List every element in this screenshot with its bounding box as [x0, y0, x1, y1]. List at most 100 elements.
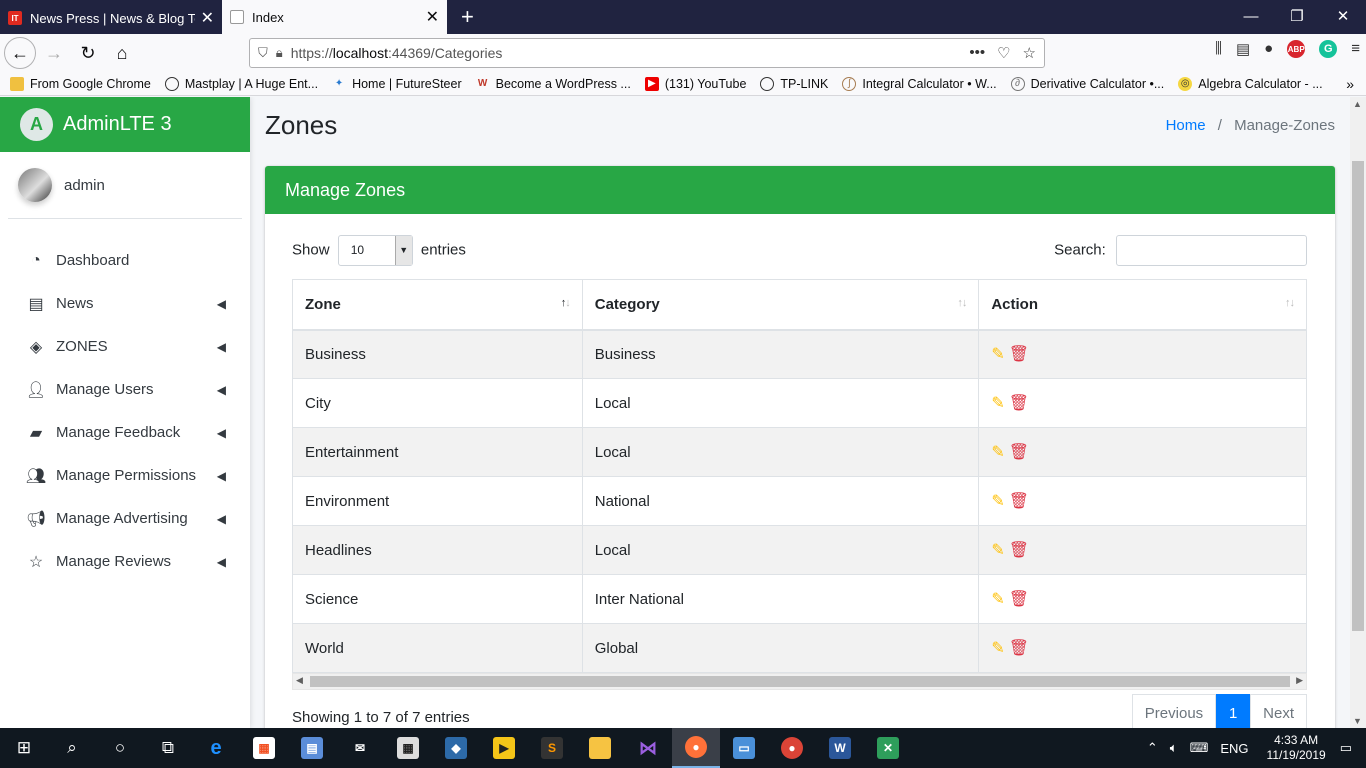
edit-icon[interactable]: ✎	[991, 589, 1004, 609]
clock[interactable]: 4:33 AM 11/19/2019	[1267, 733, 1326, 763]
chrome-icon[interactable]: ●	[768, 728, 816, 768]
sidebar-item-manage-feedback[interactable]: ▰ Manage Feedback ◀	[0, 411, 250, 454]
account-icon[interactable]: ●	[1264, 40, 1273, 58]
back-arrow-icon[interactable]: ←	[4, 37, 36, 69]
virtualbox-icon[interactable]: ◆	[432, 728, 480, 768]
next-page-button[interactable]: Next	[1250, 694, 1307, 728]
column-header-category[interactable]: Category ↑↓	[581, 279, 980, 331]
previous-page-button[interactable]: Previous	[1131, 694, 1217, 728]
calculator-icon[interactable]: ▦	[384, 728, 432, 768]
close-tab-icon[interactable]: ✕	[426, 7, 439, 27]
language-indicator[interactable]: ENG	[1220, 741, 1248, 756]
sidebar-item-manage-advertising[interactable]: 📢︎ Manage Advertising ◀	[0, 497, 250, 540]
volume-icon[interactable]: 🔈︎	[1170, 740, 1178, 756]
firefox-icon[interactable]: ●	[672, 728, 720, 768]
sidebar-item-zones[interactable]: ◈ ZONES ◀	[0, 325, 250, 368]
page-1-button[interactable]: 1	[1216, 694, 1251, 728]
sidebar-item-news[interactable]: ▤ News ◀	[0, 282, 250, 325]
bookmark-item[interactable]: ◎ Algebra Calculator - ...	[1178, 76, 1323, 91]
scroll-up-icon[interactable]: ▲	[1353, 99, 1362, 109]
grammarly-icon[interactable]: G	[1319, 40, 1338, 58]
trash-icon[interactable]: 🗑︎	[1009, 491, 1029, 511]
user-name[interactable]: admin	[64, 177, 105, 194]
word-icon[interactable]: W	[816, 728, 864, 768]
adblock-icon[interactable]: ABP	[1287, 40, 1306, 58]
control-panel-icon[interactable]: ▤	[288, 728, 336, 768]
bookmark-item[interactable]: TP-LINK	[760, 76, 828, 91]
bookmark-item[interactable]: ▶ (131) YouTube	[644, 76, 746, 91]
forward-arrow-icon[interactable]: →	[38, 37, 70, 69]
bookmark-folder[interactable]: From Google Chrome	[10, 76, 151, 91]
url-text[interactable]: https://localhost:44369/Categories	[291, 45, 970, 61]
browser-tab-newspress[interactable]: IT News Press | News & Blog Tem ✕	[0, 2, 222, 34]
trash-icon[interactable]: 🗑︎	[1009, 393, 1029, 413]
edit-icon[interactable]: ✎	[991, 393, 1004, 413]
close-tab-icon[interactable]: ✕	[201, 8, 214, 28]
remote-desktop-icon[interactable]: ▭	[720, 728, 768, 768]
sidebar-icon[interactable]: ▤	[1236, 40, 1250, 58]
address-bar[interactable]: ⛉ 🔒︎ https://localhost:44369/Categories …	[249, 38, 1045, 68]
scroll-down-icon[interactable]: ▼	[1353, 716, 1362, 726]
bookmark-item[interactable]: ✦ Home | FutureSteer	[332, 77, 462, 91]
notifications-icon[interactable]: ▭	[1340, 740, 1352, 756]
chevron-up-icon[interactable]: ⌃	[1147, 740, 1158, 756]
table-horizontal-scrollbar[interactable]: ◀ ▶	[292, 673, 1307, 690]
trash-icon[interactable]: 🗑︎	[1009, 638, 1029, 658]
windows-start-icon[interactable]: ⊞	[0, 728, 48, 768]
bookmark-item[interactable]: ∫ Integral Calculator • W...	[842, 76, 997, 91]
hamburger-menu-icon[interactable]: ≡	[1351, 40, 1360, 58]
browser-tab-index[interactable]: Index ✕	[222, 0, 447, 34]
column-header-action[interactable]: Action ↑↓	[978, 279, 1307, 331]
visual-studio-icon[interactable]: ⋈	[624, 728, 672, 768]
scrollbar-thumb[interactable]	[1352, 161, 1364, 631]
bookmark-star-icon[interactable]: ☆	[1023, 44, 1036, 62]
edit-icon[interactable]: ✎	[991, 638, 1004, 658]
close-window-icon[interactable]: ✕	[1320, 0, 1366, 32]
bookmarks-overflow-icon[interactable]: »	[1346, 76, 1354, 92]
shield-icon[interactable]: ⛉	[258, 45, 268, 61]
edit-icon[interactable]: ✎	[991, 344, 1004, 364]
minimize-icon[interactable]: —	[1228, 0, 1274, 32]
scroll-left-icon[interactable]: ◀	[296, 675, 303, 686]
edge-icon[interactable]: e	[192, 728, 240, 768]
reload-icon[interactable]: ↻	[72, 37, 104, 69]
bookmark-item[interactable]: W Become a WordPress ...	[476, 77, 631, 91]
sidebar-item-manage-permissions[interactable]: 👥︎ Manage Permissions ◀	[0, 454, 250, 497]
cortana-icon[interactable]: ○	[96, 728, 144, 768]
bookmark-item[interactable]: ∂ Derivative Calculator •...	[1010, 76, 1164, 91]
breadcrumb-home-link[interactable]: Home	[1166, 117, 1206, 134]
trash-icon[interactable]: 🗑︎	[1009, 589, 1029, 609]
sidebar-item-manage-reviews[interactable]: ☆ Manage Reviews ◀	[0, 540, 250, 583]
more-dots-icon[interactable]: •••	[969, 44, 985, 62]
search-input[interactable]	[1116, 234, 1307, 266]
trash-icon[interactable]: 🗑︎	[1009, 442, 1029, 462]
bookmark-item[interactable]: Mastplay | A Huge Ent...	[164, 76, 318, 91]
home-icon[interactable]: ⌂	[106, 37, 138, 69]
brand-link[interactable]: A AdminLTE 3	[0, 97, 250, 152]
library-icon[interactable]: ⫼	[1215, 40, 1222, 58]
edit-icon[interactable]: ✎	[991, 540, 1004, 560]
excel-tool-icon[interactable]: ✕	[864, 728, 912, 768]
keyboard-icon[interactable]: ⌨	[1190, 740, 1209, 756]
edit-icon[interactable]: ✎	[991, 442, 1004, 462]
kmplayer-icon[interactable]: ▶	[480, 728, 528, 768]
search-icon[interactable]: ⌕	[48, 728, 96, 768]
sublime-text-icon[interactable]: S	[528, 728, 576, 768]
trash-icon[interactable]: 🗑︎	[1009, 344, 1029, 364]
page-vertical-scrollbar[interactable]: ▲ ▼	[1350, 97, 1366, 728]
scrollbar-thumb[interactable]	[310, 676, 1290, 687]
task-view-icon[interactable]: ⧉	[144, 728, 192, 768]
edit-icon[interactable]: ✎	[991, 491, 1004, 511]
mail-icon[interactable]: ✉	[336, 728, 384, 768]
store-icon[interactable]: ▦	[240, 728, 288, 768]
lock-icon[interactable]: 🔒︎	[276, 45, 283, 61]
column-header-zone[interactable]: Zone ↑↓	[292, 279, 583, 331]
scroll-right-icon[interactable]: ▶	[1296, 675, 1303, 686]
sidebar-item-dashboard[interactable]: ◔ Dashboard	[0, 239, 250, 282]
new-tab-icon[interactable]: +	[461, 4, 474, 30]
sidebar-item-manage-users[interactable]: 👤︎ Manage Users ◀	[0, 368, 250, 411]
trash-icon[interactable]: 🗑︎	[1009, 540, 1029, 560]
pocket-icon[interactable]: ♡	[997, 44, 1010, 62]
file-explorer-icon[interactable]	[576, 728, 624, 768]
entries-select[interactable]: 10 ▼	[337, 234, 413, 266]
